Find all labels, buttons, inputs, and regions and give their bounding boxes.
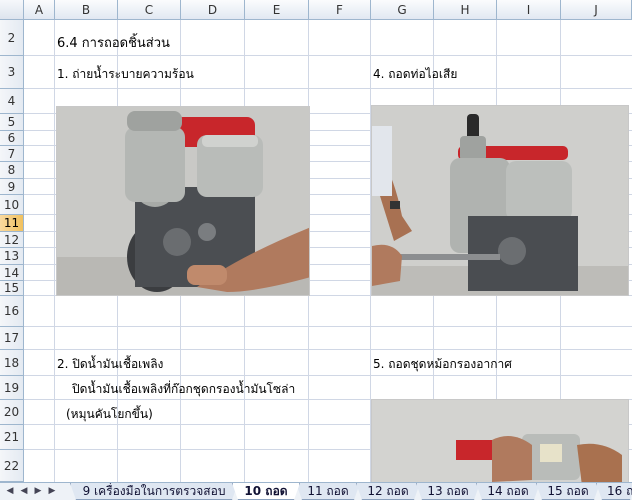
column-header-c[interactable]: C	[118, 0, 181, 20]
sheet-tab[interactable]: 16 ถ	[596, 483, 632, 500]
sheet-tab[interactable]: 14 ถอด	[476, 483, 540, 500]
column-header-f[interactable]: F	[309, 0, 371, 20]
step-2-detail-cell[interactable]: ปิดน้ำมันเชื้อเพลิงที่ก๊อกชุดกรองน้ำมันโ…	[72, 380, 295, 399]
row-header[interactable]: 4	[0, 89, 24, 114]
row-header[interactable]: 5	[0, 114, 24, 131]
column-header-b[interactable]: B	[55, 0, 118, 20]
row-header[interactable]: 9	[0, 179, 24, 195]
row-header[interactable]: 16	[0, 296, 24, 327]
column-header-e[interactable]: E	[245, 0, 309, 20]
column-header-a[interactable]: A	[24, 0, 55, 20]
row-header[interactable]: 7	[0, 146, 24, 162]
spreadsheet-grid[interactable]: A B C D E F G H I J 2 3 4 5 6 7 8 9 10 1…	[0, 0, 632, 482]
row-header[interactable]: 14	[0, 265, 24, 281]
sheet-tab-bar: ◀ ◀ ▶ ▶ 9 เครื่องมือในการตรวจสอบ 10 ถอด …	[0, 482, 632, 500]
sheet-tab-active[interactable]: 10 ถอด	[232, 483, 300, 500]
engine-exhaust-photo[interactable]	[371, 105, 629, 296]
step-4-cell[interactable]: 4. ถอดท่อไอเสีย	[373, 65, 457, 84]
step-2-note-cell[interactable]: (หมุนคันโยกขึ้น)	[66, 405, 153, 424]
sheet-tab[interactable]: 15 ถอด	[536, 483, 600, 500]
air-filter-photo[interactable]	[371, 399, 629, 482]
row-header[interactable]: 21	[0, 425, 24, 450]
engine-drain-photo[interactable]	[56, 106, 310, 296]
row-header[interactable]: 22	[0, 450, 24, 482]
row-header[interactable]: 10	[0, 195, 24, 215]
row-header[interactable]: 6	[0, 131, 24, 146]
row-header[interactable]: 19	[0, 376, 24, 400]
prev-sheet-icon[interactable]: ◀	[18, 485, 30, 497]
sheet-tab[interactable]: 12 ถอด	[356, 483, 420, 500]
row-header[interactable]: 2	[0, 20, 24, 56]
column-header-d[interactable]: D	[181, 0, 245, 20]
row-header[interactable]: 18	[0, 350, 24, 376]
row-header[interactable]: 12	[0, 232, 24, 248]
row-header[interactable]: 15	[0, 281, 24, 296]
column-header-j[interactable]: J	[561, 0, 632, 20]
row-header[interactable]: 17	[0, 327, 24, 350]
sheet-tab[interactable]: 9 เครื่องมือในการตรวจสอบ	[70, 483, 238, 500]
column-header-h[interactable]: H	[434, 0, 497, 20]
column-header-g[interactable]: G	[371, 0, 434, 20]
row-header-selected[interactable]: 11	[0, 215, 24, 232]
section-title-cell[interactable]: 6.4 การถอดชิ้นส่วน	[57, 32, 170, 53]
step-2-cell[interactable]: 2. ปิดน้ำมันเชื้อเพลิง	[57, 355, 163, 374]
row-header[interactable]: 13	[0, 248, 24, 265]
step-1-cell[interactable]: 1. ถ่ายน้ำระบายความร้อน	[57, 65, 194, 84]
last-sheet-icon[interactable]: ▶	[46, 485, 58, 497]
row-header[interactable]: 8	[0, 162, 24, 179]
next-sheet-icon[interactable]: ▶	[32, 485, 44, 497]
sheet-tab[interactable]: 13 ถอด	[416, 483, 480, 500]
row-header[interactable]: 3	[0, 56, 24, 89]
row-header[interactable]: 20	[0, 400, 24, 425]
first-sheet-icon[interactable]: ◀	[4, 485, 16, 497]
sheet-tab[interactable]: 11 ถอด	[296, 483, 360, 500]
step-5-cell[interactable]: 5. ถอดชุดหม้อกรองอากาศ	[373, 355, 512, 374]
select-all-corner[interactable]	[0, 0, 24, 20]
column-header-i[interactable]: I	[497, 0, 561, 20]
